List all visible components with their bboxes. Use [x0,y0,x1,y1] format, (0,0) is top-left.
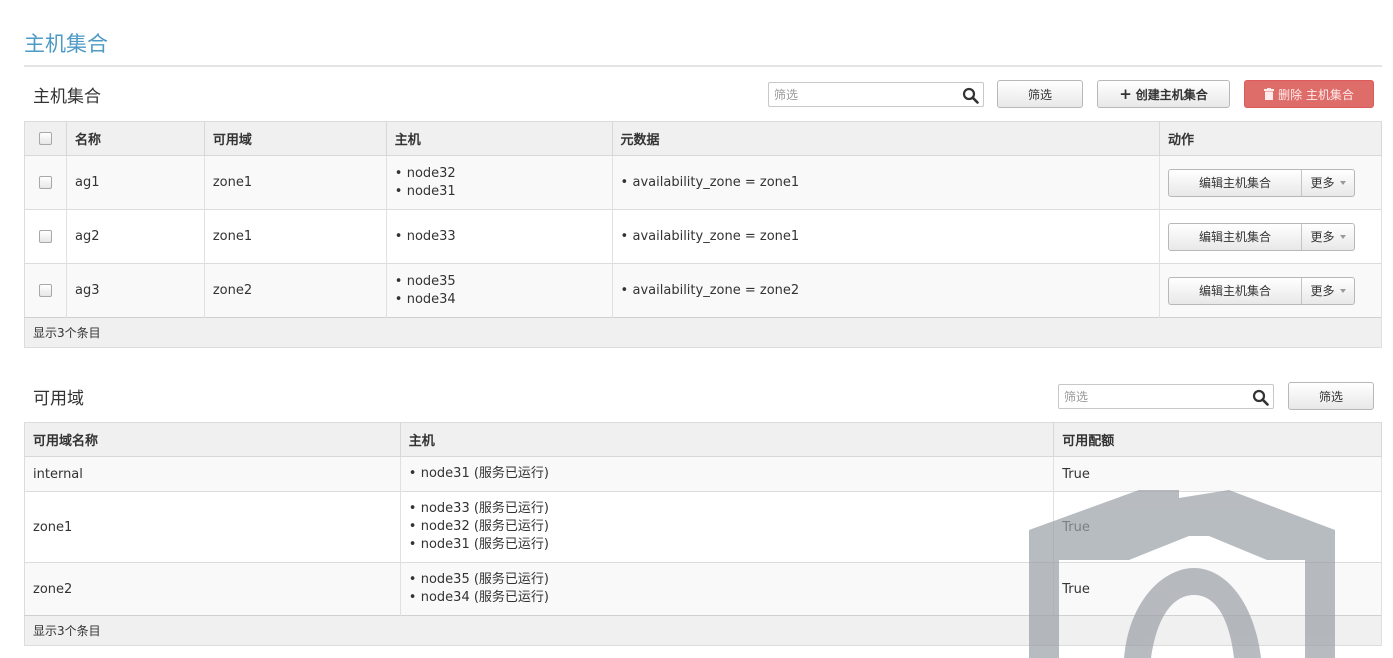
aggregate-metadata: availability_zone = zone1 [612,155,1161,210]
table-row: internal node31 (服务已运行) True [24,456,1382,492]
zone-name: internal [24,456,401,492]
select-all-cell [24,121,67,156]
delete-aggregates-label: 删除 主机集合 [1278,87,1354,102]
host-item: node31 [395,183,604,201]
table-row: ag3 zone2 node35 node34 availability_zon… [24,263,1382,318]
row-checkbox[interactable] [38,176,52,189]
column-header-zone-available[interactable]: 可用配额 [1053,422,1382,457]
host-item: node35 [395,273,604,291]
row-checkbox[interactable] [38,230,52,243]
table-row: zone2 node35 (服务已运行) node34 (服务已运行) True [24,562,1382,616]
aggregate-metadata: availability_zone = zone2 [612,263,1161,318]
aggregate-zone: zone1 [204,155,387,210]
host-item: node33 (服务已运行) [409,500,1046,518]
table-row: zone1 node33 (服务已运行) node32 (服务已运行) node… [24,491,1382,563]
column-header-zone[interactable]: 可用域 [204,121,387,156]
action-button-group: 编辑主机集合 更多 [1168,168,1355,197]
more-actions-label: 更多 [1310,230,1335,244]
host-item: node32 (服务已运行) [409,518,1046,536]
aggregates-filter-input[interactable] [769,83,983,106]
aggregate-name: ag3 [66,263,205,318]
zones-filter-button-label: 筛选 [1318,389,1343,404]
aggregate-hosts: node33 [386,209,613,264]
edit-aggregate-button[interactable]: 编辑主机集合 [1169,223,1302,250]
aggregate-zone: zone1 [204,209,387,264]
zones-section-title: 可用域 [33,389,84,409]
aggregates-filter-box [768,82,984,107]
create-aggregate-label: 创建主机集合 [1135,87,1208,102]
aggregates-filter-button[interactable]: 筛选 [997,80,1083,108]
aggregate-metadata: availability_zone = zone1 [612,209,1161,264]
select-all-checkbox[interactable] [38,132,52,145]
aggregates-filter-button-label: 筛选 [1027,87,1052,102]
title-divider [24,65,1382,67]
more-actions-label: 更多 [1310,284,1335,298]
plus-icon: + [1119,85,1132,103]
zone-hosts: node31 (服务已运行) [400,456,1055,492]
caret-down-icon [1339,234,1346,239]
metadata-item: availability_zone = zone1 [621,228,1151,246]
row-select-cell [24,209,67,264]
metadata-item: availability_zone = zone2 [621,282,1151,300]
more-actions-button[interactable]: 更多 [1302,224,1354,250]
zones-filter-box [1058,384,1274,409]
host-item: node32 [395,165,604,183]
aggregate-actions: 编辑主机集合 更多 [1159,209,1382,264]
column-header-zone-hosts[interactable]: 主机 [400,422,1055,457]
host-item: node33 [395,228,604,246]
row-select-cell [24,155,67,210]
zone-available: True [1053,562,1382,616]
edit-aggregate-button[interactable]: 编辑主机集合 [1169,169,1302,196]
zones-filter-button[interactable]: 筛选 [1288,382,1374,410]
search-icon[interactable] [962,87,979,104]
column-header-hosts[interactable]: 主机 [386,121,613,156]
aggregate-hosts: node35 node34 [386,263,613,318]
aggregate-name: ag2 [66,209,205,264]
zone-available: True [1053,491,1382,563]
row-checkbox[interactable] [38,284,52,297]
caret-down-icon [1339,180,1346,185]
zones-table: 可用域名称 主机 可用配额 internal node31 (服务已运行) Tr… [24,422,1382,646]
page-title: 主机集合 [24,32,108,56]
aggregate-zone: zone2 [204,263,387,318]
column-header-metadata[interactable]: 元数据 [612,121,1161,156]
create-aggregate-button[interactable]: + 创建主机集合 [1097,80,1230,108]
column-header-actions: 动作 [1159,121,1382,156]
aggregates-table: 名称 可用域 主机 元数据 动作 ag1 zone1 node32 node31… [24,121,1382,348]
column-header-name[interactable]: 名称 [66,121,205,156]
zone-name: zone2 [24,562,401,616]
zones-filter-input[interactable] [1059,385,1273,408]
column-header-zone-name[interactable]: 可用域名称 [24,422,401,457]
action-button-group: 编辑主机集合 更多 [1168,222,1355,251]
zone-available: True [1053,456,1382,492]
zone-name: zone1 [24,491,401,563]
table-row: ag1 zone1 node32 node31 availability_zon… [24,155,1382,210]
more-actions-label: 更多 [1310,176,1335,190]
search-icon[interactable] [1252,389,1269,406]
aggregates-footer: 显示3个条目 [24,317,1382,348]
metadata-item: availability_zone = zone1 [621,174,1151,192]
zone-hosts: node33 (服务已运行) node32 (服务已运行) node31 (服务… [400,491,1055,563]
more-actions-button[interactable]: 更多 [1302,170,1354,196]
action-button-group: 编辑主机集合 更多 [1168,276,1355,305]
aggregate-name: ag1 [66,155,205,210]
aggregates-section-title: 主机集合 [33,87,101,107]
edit-aggregate-button[interactable]: 编辑主机集合 [1169,277,1302,304]
zones-footer: 显示3个条目 [24,615,1382,646]
host-item: node35 (服务已运行) [409,571,1046,589]
aggregate-actions: 编辑主机集合 更多 [1159,155,1382,210]
host-item: node31 (服务已运行) [409,536,1046,554]
caret-down-icon [1339,288,1346,293]
delete-aggregates-button[interactable]: 删除 主机集合 [1244,80,1374,108]
host-item: node34 [395,291,604,309]
more-actions-button[interactable]: 更多 [1302,278,1354,304]
table-row: ag2 zone1 node33 availability_zone = zon… [24,209,1382,264]
row-select-cell [24,263,67,318]
host-item: node34 (服务已运行) [409,589,1046,607]
trash-icon [1264,88,1275,100]
host-item: node31 (服务已运行) [409,465,1046,483]
zone-hosts: node35 (服务已运行) node34 (服务已运行) [400,562,1055,616]
aggregate-hosts: node32 node31 [386,155,613,210]
aggregate-actions: 编辑主机集合 更多 [1159,263,1382,318]
